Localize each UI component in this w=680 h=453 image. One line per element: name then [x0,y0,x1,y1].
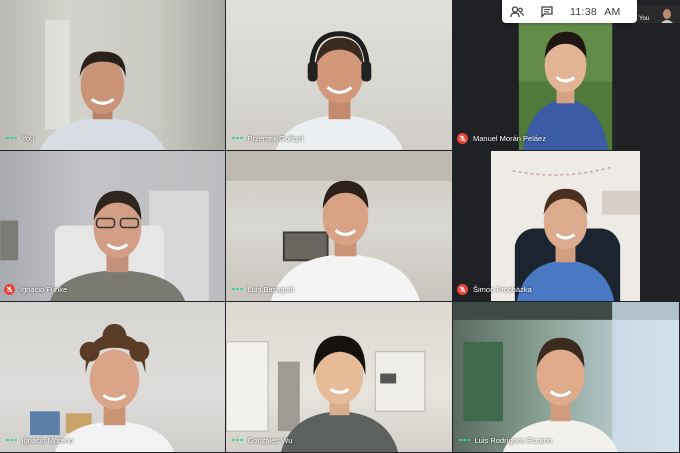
name-tag: Luis Basagoiti [230,282,294,296]
participant-tile-ignacio-funke[interactable]: Ignacio Funke [0,151,226,302]
participant-tile-ignacio-moreno[interactable]: Ignacio Moreno [0,302,226,453]
audio-active-indicator [230,136,243,140]
video-feed [453,302,679,452]
participant-name: Ignacio Funke [20,284,68,294]
self-view-label: You [639,16,650,22]
mic-off-icon [457,283,468,295]
meeting-toolbar: 11:38 AM [502,0,637,23]
video-feed [226,335,426,452]
video-feed [0,190,209,301]
participant-name: Manuel Morán Peláez [473,133,546,143]
participant-name: You [21,133,35,143]
people-icon [510,5,524,17]
participant-name: Przemek Gołfryd [247,133,304,143]
participant-name: Šimon Procházka [473,284,532,294]
name-tag: Luis Rodríguez Escario [457,433,552,447]
participant-name: Ignacio Moreno [21,435,74,445]
clock-ampm: AM [604,5,621,18]
chat-icon [541,5,553,18]
video-feed [491,151,641,301]
name-tag: You [4,131,34,145]
name-tag: Gonzales Wu [230,433,292,447]
audio-active-indicator [4,136,17,140]
audio-active-indicator [230,287,243,291]
meeting-clock: 11:38 AM [570,6,621,18]
participant-tile-simon[interactable]: Šimon Procházka [453,151,680,302]
audio-active-indicator [457,438,470,442]
clock-time: 11:38 [570,5,597,18]
participant-name: Gonzales Wu [247,435,293,445]
name-tag: Ignacio Moreno [4,433,73,447]
mic-off-icon [457,132,468,144]
name-tag: Manuel Morán Peláez [457,131,546,145]
participant-tile-luis-rodriguez[interactable]: Luis Rodríguez Escario [453,302,680,453]
video-feed [39,19,166,150]
self-view-thumbnail[interactable]: You [637,5,680,23]
mic-off-icon [4,283,15,295]
name-tag: Ignacio Funke [4,282,67,296]
video-feed [226,151,452,301]
participant-name: Luis Rodríguez Escario [474,435,553,445]
chat-button[interactable] [532,0,562,23]
participant-tile-przemek[interactable]: Przemek Gołfryd [226,0,453,151]
participant-tile-you[interactable]: You [0,0,226,151]
audio-active-indicator [4,438,17,442]
participant-tile-gonzales-wu[interactable]: Gonzales Wu [226,302,453,453]
participant-name: Luis Basagoiti [247,284,295,294]
name-tag: Przemek Gołfryd [230,131,303,145]
video-feed [275,31,404,150]
name-tag: Šimon Procházka [457,282,532,296]
audio-active-indicator [230,438,243,442]
people-button[interactable] [502,0,532,23]
video-feed [30,323,175,452]
participant-grid: You Przemek Gołfryd Manuel Morán Peláez … [0,0,680,453]
participant-tile-luis-basagoiti[interactable]: Luis Basagoiti [226,151,453,302]
